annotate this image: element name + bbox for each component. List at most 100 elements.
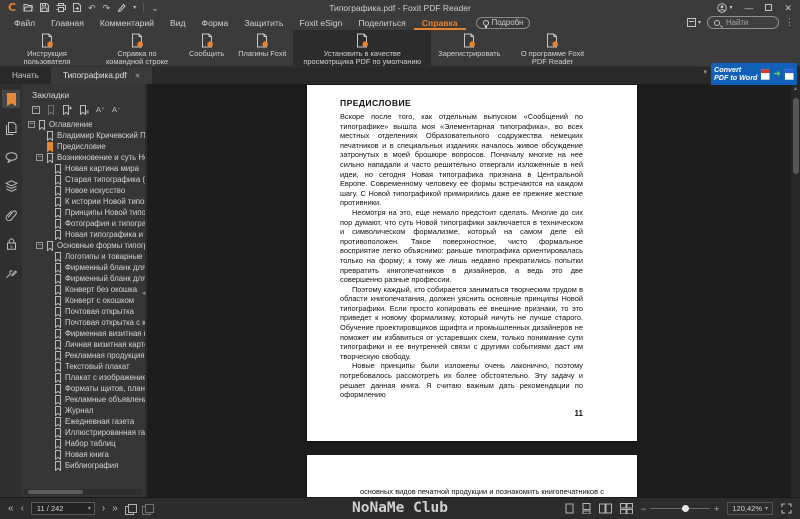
bookmarks-panel-icon[interactable]: [2, 90, 20, 108]
collapse-panel-icon[interactable]: ◂: [142, 289, 146, 297]
menu-item[interactable]: Защитить: [236, 15, 291, 30]
font-decrease-icon[interactable]: A⁻: [112, 106, 121, 114]
undo-icon[interactable]: ↶: [88, 3, 96, 13]
scroll-up-icon[interactable]: ▲: [791, 86, 800, 92]
zoom-slider-handle[interactable]: [682, 505, 690, 512]
minimize-button[interactable]: —: [744, 3, 753, 13]
bookmark-tree-item[interactable]: Плакат с изображением: [22, 372, 145, 383]
bookmark-tree-item[interactable]: Принципы Новой типографи: [22, 207, 145, 218]
scrollbar-thumb[interactable]: [28, 490, 83, 494]
bookmark-tree-item[interactable]: Фирменная визитная карточк: [22, 328, 145, 339]
last-page-button[interactable]: »: [112, 503, 118, 514]
bookmark-tree-item[interactable]: Фотография и типографика: [22, 218, 145, 229]
facing-view-icon[interactable]: [598, 503, 612, 514]
first-page-button[interactable]: «: [8, 503, 14, 514]
single-page-view-icon[interactable]: [565, 503, 574, 514]
menu-item[interactable]: Поделиться: [350, 15, 413, 30]
zoom-dropdown-icon[interactable]: ▾: [765, 505, 768, 512]
menu-item[interactable]: Форма: [194, 15, 237, 30]
tab-close-icon[interactable]: ✕: [135, 72, 141, 80]
menu-item[interactable]: Файл: [6, 15, 43, 30]
pages-panel-icon[interactable]: [2, 119, 20, 137]
bookmark-tree-item[interactable]: Новая книга: [22, 449, 145, 460]
bookmark-tree-item[interactable]: Логотипы и товарные знаки: [22, 251, 145, 262]
scrollbar-thumb[interactable]: [792, 98, 799, 174]
page-dropdown-icon[interactable]: ▾: [88, 505, 91, 512]
layers-panel-icon[interactable]: [2, 177, 20, 195]
customize-toolbar-chevron-icon[interactable]: ⌄: [151, 3, 159, 13]
bookmark-tree-item[interactable]: Журнал: [22, 405, 145, 416]
menu-item[interactable]: Главная: [43, 15, 92, 30]
bookmark-tree-item[interactable]: Личная визитная карточка: [22, 339, 145, 350]
zoom-level-box[interactable]: 120,42% ▾: [727, 502, 773, 515]
bookmark-tree-item[interactable]: Владимир Кричевский Предисл: [22, 130, 145, 141]
search-box[interactable]: [707, 16, 779, 29]
bookmark-tree-item[interactable]: Новая картина мира: [22, 163, 145, 174]
document-vertical-scrollbar[interactable]: ▲: [791, 84, 800, 497]
bookmark-tree-item[interactable]: Библиография: [22, 460, 145, 471]
bookmarks-horizontal-scrollbar[interactable]: [24, 489, 143, 495]
banner-collapse-icon[interactable]: ▾: [703, 68, 707, 76]
menu-item[interactable]: Комментарий: [92, 15, 162, 30]
save-icon[interactable]: [40, 3, 50, 12]
convert-pdf-to-word-banner[interactable]: Convert PDF to Word ➜: [711, 63, 797, 85]
overflow-menu-icon[interactable]: ⋮: [785, 17, 794, 28]
tab-start[interactable]: Начать: [0, 67, 51, 84]
bookmark-tree-item[interactable]: Старая типографика (1450–19: [22, 174, 145, 185]
export-document-icon[interactable]: [73, 3, 82, 12]
previous-page-button[interactable]: ‹: [21, 503, 24, 514]
attachments-panel-icon[interactable]: [2, 206, 20, 224]
ribbon-button[interactable]: Плагины Foxit: [231, 30, 293, 66]
page-number-box[interactable]: ▾: [30, 502, 95, 515]
tab-document[interactable]: Типографика.pdf ✕: [50, 67, 153, 84]
open-file-icon[interactable]: [23, 3, 34, 12]
fullscreen-icon[interactable]: [781, 503, 792, 514]
bookmark-tree-item[interactable]: Оглавление: [22, 119, 145, 130]
bookmark-tree-item[interactable]: Рекламная продукция: флаер: [22, 350, 145, 361]
ink-dropdown-icon[interactable]: ▾: [133, 3, 136, 13]
continuous-view-icon[interactable]: [582, 503, 591, 514]
collapse-box-icon[interactable]: [28, 121, 35, 128]
ribbon-button[interactable]: Зарегистрировать: [431, 30, 507, 66]
document-view[interactable]: ПРЕДИСЛОВИЕ Вскоре после того, как отдел…: [147, 84, 800, 497]
redo-icon[interactable]: ↷: [103, 3, 111, 13]
account-avatar-button[interactable]: ▾: [717, 2, 732, 13]
bookmark-page-icon[interactable]: [79, 105, 89, 115]
bookmark-tree-item[interactable]: Текстовый плакат: [22, 361, 145, 372]
zoom-in-button[interactable]: +: [714, 504, 719, 514]
page-number-input[interactable]: [34, 503, 88, 514]
signature-panel-icon[interactable]: [2, 264, 20, 282]
print-icon[interactable]: [56, 3, 67, 12]
bookmark-tree-item[interactable]: Почтовая открытка: [22, 306, 145, 317]
collapse-box-icon[interactable]: [36, 242, 43, 249]
bookmark-tree-item[interactable]: Фирменный бланк для делов: [22, 273, 145, 284]
bookmark-tree-item[interactable]: Предисловие: [22, 141, 145, 152]
menu-item[interactable]: Вид: [162, 15, 194, 30]
fit-width-icon[interactable]: [141, 503, 154, 515]
ribbon-button[interactable]: Установить в качестве просмотрщика PDF п…: [293, 30, 432, 66]
bookmark-tree-item[interactable]: К истории Новой типографик: [22, 196, 145, 207]
bookmark-tree-item[interactable]: Основные формы типографики: [22, 240, 145, 251]
bookmark-tree-item[interactable]: Почтовая открытка с клапано: [22, 317, 145, 328]
fit-page-icon[interactable]: [124, 503, 137, 515]
continuous-facing-view-icon[interactable]: [619, 503, 633, 514]
expand-bookmarks-icon[interactable]: −: [32, 106, 40, 114]
menu-item[interactable]: Foxit eSign: [291, 15, 350, 30]
ribbon-button[interactable]: Инструкция пользователя: [2, 30, 92, 66]
maximize-button[interactable]: [765, 4, 773, 11]
bookmark-tree-item[interactable]: Конверт с окошком: [22, 295, 145, 306]
ribbon-button[interactable]: Справка по командной строке: [92, 30, 182, 66]
details-button[interactable]: Подробн: [475, 16, 531, 29]
bookmark-tree-item[interactable]: Рекламные объявления: [22, 394, 145, 405]
bookmark-tree-item[interactable]: Конверт без окошка: [22, 284, 145, 295]
comments-panel-icon[interactable]: [2, 148, 20, 166]
collapse-box-icon[interactable]: [36, 154, 43, 161]
bookmark-tree-item[interactable]: Новая типографика и стандар: [22, 229, 145, 240]
bookmark-tree-item[interactable]: Фирменный бланк для делов: [22, 262, 145, 273]
close-button[interactable]: ✕: [784, 3, 792, 13]
menu-item[interactable]: Справка: [414, 15, 466, 30]
bookmark-tree-item[interactable]: Возникновение и суть Новой тип: [22, 152, 145, 163]
bookmark-tree-item[interactable]: Ежедневная газета: [22, 416, 145, 427]
search-input[interactable]: [724, 17, 772, 28]
next-page-button[interactable]: ›: [102, 503, 105, 514]
